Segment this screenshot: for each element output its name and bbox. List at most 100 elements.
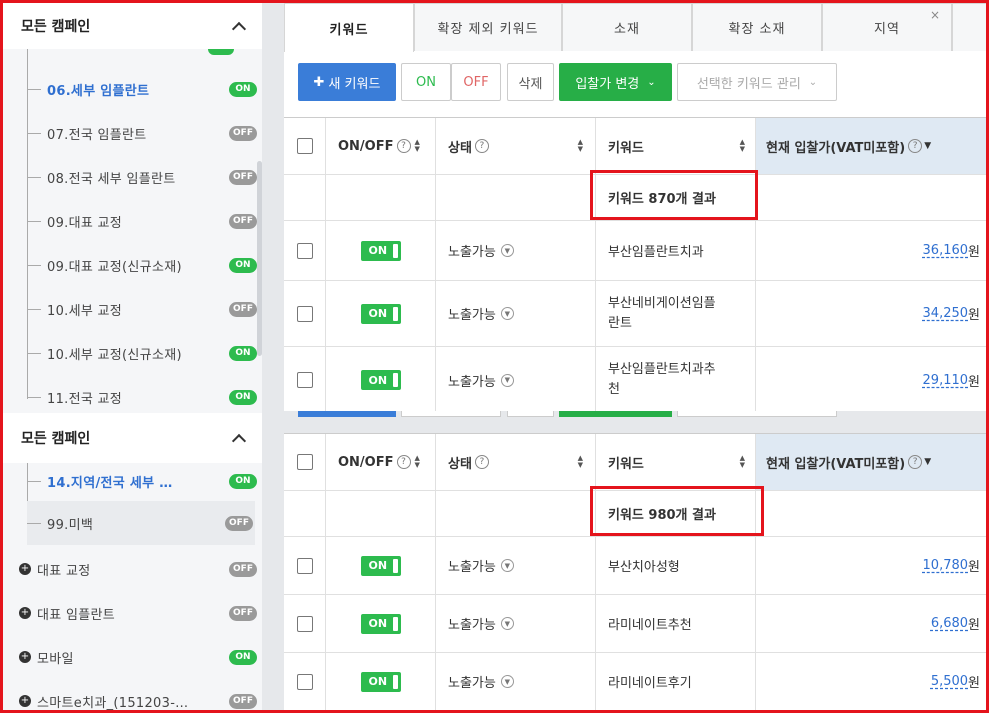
campaign-group[interactable]: + 스마트e치과_(151203-… OFF (19, 679, 257, 710)
plus-icon[interactable]: + (19, 651, 31, 663)
campaign-item[interactable]: 06.세부 임플란트 ON (27, 67, 257, 111)
campaign-group[interactable]: + 대표 임플란트 OFF (19, 591, 257, 635)
off-button[interactable]: OFF (451, 63, 501, 101)
keyword-toggle[interactable]: ON (360, 303, 401, 324)
campaign-item[interactable]: 99.미백 OFF (27, 501, 255, 545)
sort-icon[interactable]: ▲ ▼ (415, 139, 420, 153)
bid-link[interactable]: 5,500 (931, 674, 968, 689)
keyword-toggle[interactable]: ON (360, 671, 401, 692)
status-toggle[interactable]: ON (229, 81, 257, 97)
status-toggle[interactable]: ON (229, 389, 257, 405)
campaign-item[interactable]: 08.전국 세부 임플란트 OFF (27, 155, 257, 199)
sort-down-icon[interactable]: ▼ (924, 457, 931, 467)
select-all-checkbox[interactable] (296, 138, 313, 154)
status-toggle[interactable]: OFF (229, 125, 257, 141)
sort-icon[interactable]: ▲ ▼ (740, 455, 745, 469)
bid-link[interactable]: 29,110 (923, 373, 969, 388)
status-dropdown-icon[interactable]: ▼ (500, 617, 514, 630)
bid-link[interactable]: 36,160 (923, 243, 969, 258)
tab-overflow[interactable] (952, 3, 986, 51)
status-dropdown-icon[interactable]: ▼ (500, 373, 514, 387)
col-onoff[interactable]: ON/OFF? ▲ ▼ (326, 118, 436, 174)
close-icon[interactable]: × (930, 8, 941, 22)
delete-button[interactable]: 삭제 (507, 63, 554, 101)
tab-extension[interactable]: 확장 소재 (692, 3, 822, 51)
status-dropdown-icon[interactable]: ▼ (500, 675, 514, 688)
campaign-item[interactable]: 09.대표 교정 OFF (27, 199, 257, 243)
chevron-up-icon[interactable] (231, 433, 247, 448)
table-row[interactable]: ON 노출가능 ▼ 부산임플란트치과 36,160 원 (284, 221, 986, 281)
status-toggle[interactable]: OFF (229, 693, 257, 709)
campaign-item[interactable]: 09.대표 교정(신규소재) ON (27, 243, 257, 287)
help-icon[interactable]: ? (396, 139, 411, 153)
sort-icon[interactable]: ▲ ▼ (578, 139, 583, 153)
help-icon[interactable]: ? (396, 455, 411, 469)
bid-link[interactable]: 6,680 (931, 616, 968, 631)
bid-change-button[interactable]: 입찰가 변경 ⌄ (559, 63, 672, 101)
sort-down-icon[interactable]: ▼ (924, 141, 931, 151)
row-checkbox[interactable] (296, 615, 313, 632)
table-row[interactable]: ON 노출가능 ▼ 부산임플란트치과추 천 29,110 원 (284, 347, 986, 413)
table-row[interactable]: ON 노출가능 ▼ 부산치아성형 10,780 원 (284, 537, 986, 595)
col-status[interactable]: 상태? ▲ ▼ (436, 118, 596, 174)
status-toggle[interactable]: ON (229, 345, 257, 361)
campaign-header[interactable]: 모든 캠페인 (3, 413, 262, 463)
table-row[interactable]: ON 노출가능 ▼ 부산네비게이션임플 란트 34,250 원 (284, 281, 986, 347)
status-dropdown-icon[interactable]: ▼ (500, 244, 514, 257)
status-dropdown-icon[interactable]: ▼ (500, 559, 514, 572)
tab-keyword[interactable]: 키워드 (284, 3, 414, 52)
status-toggle[interactable]: ON (229, 649, 257, 665)
chevron-up-icon[interactable] (231, 21, 247, 36)
status-toggle[interactable]: ON (229, 257, 257, 273)
bid-link[interactable]: 34,250 (923, 306, 969, 321)
campaign-item[interactable]: 14.지역/전국 세부 … ON (27, 459, 257, 503)
campaign-group[interactable]: + 모바일 ON (19, 635, 257, 679)
status-toggle[interactable]: OFF (229, 561, 257, 577)
row-checkbox[interactable] (296, 305, 313, 322)
tab-creative[interactable]: 소재 (562, 3, 692, 51)
col-bid[interactable]: 현재 입찰가(VAT미포함)? ▼ (756, 118, 986, 174)
status-dropdown-icon[interactable]: ▼ (500, 307, 514, 320)
tab-region[interactable]: 지역 × (822, 3, 952, 51)
campaign-group[interactable]: + 대표 교정 OFF (19, 547, 257, 591)
new-keyword-button[interactable]: ✚ 새 키워드 (298, 63, 396, 101)
status-toggle[interactable]: OFF (229, 605, 257, 621)
keyword-toggle[interactable]: ON (360, 240, 401, 261)
keyword-toggle[interactable]: ON (360, 555, 401, 576)
col-onoff[interactable]: ON/OFF? ▲ ▼ (326, 434, 436, 490)
campaign-item[interactable]: 10.세부 교정 OFF (27, 287, 257, 331)
campaign-header[interactable]: 모든 캠페인 (3, 3, 262, 49)
table-row[interactable]: ON 노출가능 ▼ 라미네이트추천 6,680 원 (284, 595, 986, 653)
status-toggle[interactable]: OFF (225, 515, 253, 531)
help-icon[interactable]: ? (908, 139, 923, 153)
col-bid[interactable]: 현재 입찰가(VAT미포함)? ▼ (756, 434, 986, 490)
plus-icon[interactable]: + (19, 695, 31, 707)
plus-icon[interactable]: + (19, 607, 31, 619)
status-toggle[interactable]: OFF (229, 213, 257, 229)
col-keyword[interactable]: 키워드 ▲ ▼ (596, 118, 756, 174)
bid-link[interactable]: 10,780 (923, 558, 969, 573)
help-icon[interactable]: ? (474, 139, 489, 153)
sort-icon[interactable]: ▲ ▼ (740, 139, 745, 153)
help-icon[interactable]: ? (908, 455, 923, 469)
tab-excluded-keyword[interactable]: 확장 제외 키워드 (414, 3, 562, 51)
row-checkbox[interactable] (296, 557, 313, 574)
campaign-item[interactable]: 10.세부 교정(신규소재) ON (27, 331, 257, 375)
sort-icon[interactable]: ▲ ▼ (578, 455, 583, 469)
row-checkbox[interactable] (296, 242, 313, 259)
manage-selected-dropdown[interactable]: 선택한 키워드 관리 ⌄ (677, 63, 837, 101)
on-button[interactable]: ON (401, 63, 451, 101)
status-toggle[interactable]: OFF (229, 301, 257, 317)
status-toggle[interactable]: OFF (229, 169, 257, 185)
keyword-toggle[interactable]: ON (360, 613, 401, 634)
select-all-checkbox[interactable] (296, 454, 313, 470)
plus-icon[interactable]: + (19, 563, 31, 575)
keyword-toggle[interactable]: ON (360, 370, 401, 390)
sort-icon[interactable]: ▲ ▼ (415, 455, 420, 469)
row-checkbox[interactable] (296, 673, 313, 690)
table-row[interactable]: ON 노출가능 ▼ 라미네이트후기 5,500 원 (284, 653, 986, 710)
col-status[interactable]: 상태? ▲ ▼ (436, 434, 596, 490)
campaign-item[interactable]: 07.전국 임플란트 OFF (27, 111, 257, 155)
help-icon[interactable]: ? (474, 455, 489, 469)
row-checkbox[interactable] (296, 372, 313, 388)
